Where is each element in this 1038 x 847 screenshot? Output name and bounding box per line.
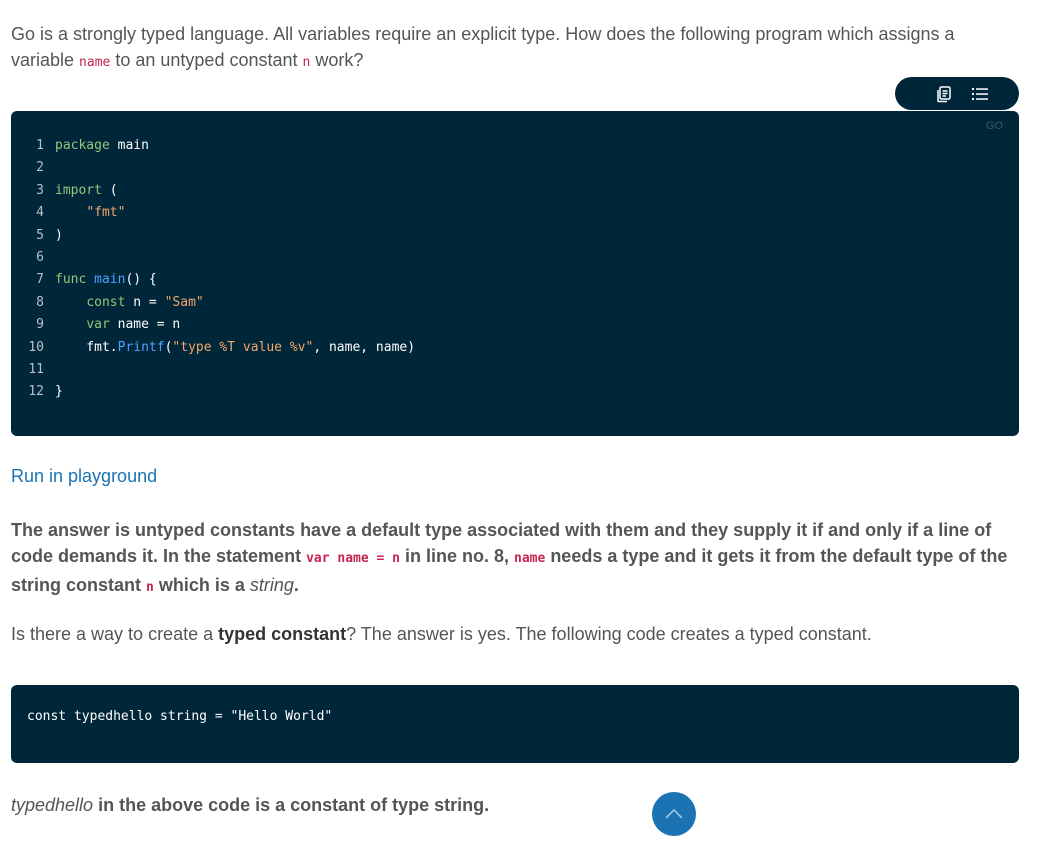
code-line: 1 package main <box>11 135 1019 157</box>
line-number: 1 <box>36 138 44 153</box>
chevron-up-icon <box>664 804 684 825</box>
line-number: 12 <box>28 384 44 400</box>
code-token: import <box>55 182 102 198</box>
answer-emphasis: string <box>249 575 294 595</box>
code-token: package <box>55 138 110 153</box>
code-token: var <box>86 317 110 333</box>
code-token: "Sam" <box>164 294 204 310</box>
run-in-playground-link[interactable]: Run in playground <box>11 466 157 487</box>
code-token: , name, name) <box>313 339 416 355</box>
line-content: ) <box>55 225 63 247</box>
code-token: Printf <box>117 339 165 355</box>
code-block-typed: const typedhello string = "Hello World" <box>11 685 1019 763</box>
list-icon[interactable] <box>971 85 989 103</box>
code-line: const typedhello string = "Hello World" <box>27 709 333 724</box>
code-line: 7 func main() { <box>11 269 1019 291</box>
code-line: 11 <box>11 359 1019 381</box>
code-language-tag: GO <box>985 120 1003 132</box>
code-token: main <box>94 272 126 288</box>
copy-icon[interactable] <box>935 85 953 103</box>
code-line: 2 <box>11 157 1019 179</box>
line-number: 11 <box>28 361 44 377</box>
code-token: name = n <box>109 317 181 333</box>
typed-constant-bold: typed constant <box>218 624 347 644</box>
answer-text: in line no. 8, <box>399 546 514 566</box>
code-token: const <box>86 294 126 310</box>
line-number: 4 <box>36 205 44 221</box>
inline-code-statement: var name = n <box>306 551 400 566</box>
code-line: 5) <box>11 225 1019 247</box>
intro-paragraph: Go is a strongly typed language. All var… <box>11 21 1021 76</box>
code-token: "type %T value %v" <box>172 339 314 355</box>
code-line: 3 import ( <box>11 180 1019 202</box>
code-token: } <box>55 384 63 400</box>
line-content: fmt.Printf("type %T value %v", name, nam… <box>55 337 415 359</box>
answer-text: which is a <box>153 575 250 595</box>
line-number: 2 <box>36 160 44 176</box>
code-line: 8 const n = "Sam" <box>11 292 1019 314</box>
answer-paragraph: The answer is untyped constants have a d… <box>11 517 1021 601</box>
line-number: 9 <box>36 317 44 333</box>
code-token: main <box>109 138 149 153</box>
line-content: "fmt" <box>55 202 125 224</box>
code-token: () { <box>125 272 157 288</box>
inline-code-name: name <box>514 551 546 566</box>
typed-text: Is there a way to create a <box>11 624 219 644</box>
code-toolbar <box>895 77 1019 110</box>
code-line: 10 fmt.Printf("type %T value %v", name, … <box>11 337 1019 359</box>
code-token: n = <box>125 294 165 310</box>
line-content: func main() { <box>55 269 157 291</box>
line-number: 10 <box>28 339 44 355</box>
typed-text: ? The answer is yes. The following code … <box>346 624 872 644</box>
code-lines: 1 package main 2 3 import (4 "fmt" 5) 6 7 func m… <box>11 135 1019 404</box>
code-token: ( <box>101 182 118 198</box>
inline-code-name: name <box>79 55 111 70</box>
code-token: ) <box>55 227 63 243</box>
intro-text: to an untyped constant <box>110 50 303 70</box>
line-content: import ( <box>55 180 118 202</box>
line-content: package main <box>55 135 149 157</box>
final-text: in the above code is a constant of type … <box>93 795 490 815</box>
code-token: fmt. <box>55 339 118 355</box>
line-number: 8 <box>36 294 44 310</box>
line-content: } <box>55 381 63 403</box>
inline-code-n: n <box>146 580 154 595</box>
code-block-main: GO 1 package main 2 3 import (4 "fmt" 5) 6 7 fun… <box>11 111 1019 436</box>
code-line: 12} <box>11 381 1019 403</box>
typed-constant-paragraph: Is there a way to create a typed constan… <box>11 621 1021 647</box>
line-content: const n = "Sam" <box>55 292 204 314</box>
line-number: 3 <box>36 182 44 198</box>
answer-text: . <box>293 575 299 595</box>
line-number: 6 <box>36 249 44 265</box>
line-content: var name = n <box>55 314 180 336</box>
code-token: func <box>55 272 87 288</box>
code-line: 4 "fmt" <box>11 202 1019 224</box>
final-emphasis: typedhello <box>11 795 94 815</box>
intro-text: work? <box>310 50 364 70</box>
code-line: 6 <box>11 247 1019 269</box>
code-line: 9 var name = n <box>11 314 1019 336</box>
scroll-top-button[interactable] <box>652 792 696 836</box>
code-token: "fmt" <box>86 205 126 221</box>
line-number: 5 <box>36 227 44 243</box>
final-paragraph: typedhello in the above code is a consta… <box>11 792 1021 818</box>
line-number: 7 <box>36 272 44 288</box>
